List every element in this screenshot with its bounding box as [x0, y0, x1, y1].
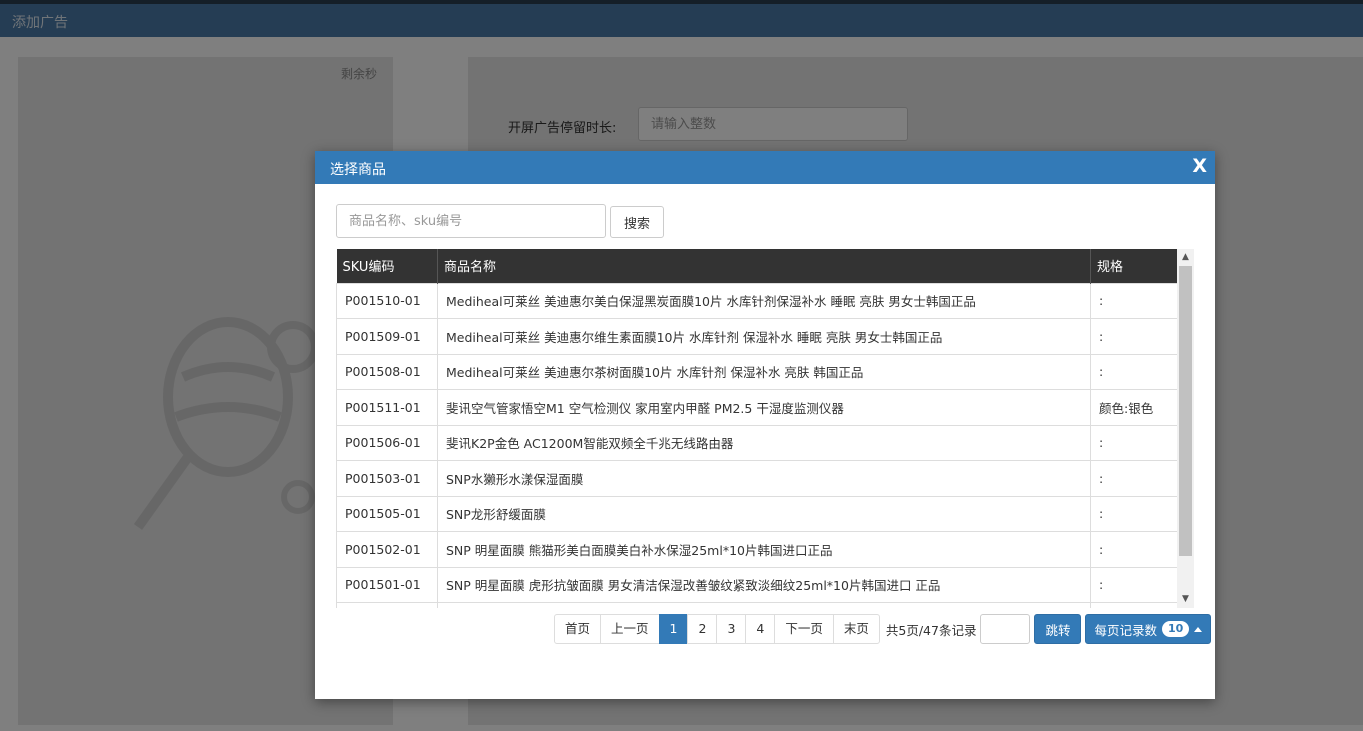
dialog-title: 选择商品 — [330, 162, 386, 178]
select-product-dialog: 选择商品 X 搜索 SKU编码 商品名称 规格 P001510-01Medihe… — [315, 151, 1215, 699]
caret-up-icon — [1194, 626, 1203, 632]
table-row[interactable]: P001503-01 SNP水獭形水漾保湿面膜: — [336, 460, 1178, 497]
spec-cell: : — [1090, 318, 1178, 355]
table-row[interactable] — [336, 602, 1178, 608]
spec-cell: : — [1090, 424, 1178, 461]
name-cell: Mediheal可莱丝 美迪惠尔茶树面膜10片 水库针剂 保湿补水 亮肤 韩国正… — [437, 353, 1091, 390]
spec-cell: : — [1090, 460, 1178, 497]
scroll-up-icon[interactable]: ▲ — [1177, 249, 1194, 266]
table-row[interactable]: P001501-01 SNP 明星面膜 虎形抗皱面膜 男女清洁保湿改善皱纹紧致淡细… — [336, 566, 1178, 603]
spec-cell: : — [1090, 566, 1178, 603]
page-info: 共5页/47条记录 — [885, 622, 977, 638]
dialog-header: 选择商品 X — [315, 151, 1215, 184]
page-2-button[interactable]: 2 — [687, 614, 718, 644]
table-row[interactable]: P001509-01 Mediheal可莱丝 美迪惠尔维生素面膜10片 水库针剂 … — [336, 318, 1178, 355]
scrollbar-thumb[interactable] — [1179, 266, 1192, 556]
scroll-down-icon[interactable]: ▼ — [1177, 591, 1194, 608]
table-row[interactable]: P001508-01 Mediheal可莱丝 美迪惠尔茶树面膜10片 水库针剂 保… — [336, 353, 1178, 390]
sku-cell: P001508-01 — [336, 353, 438, 390]
jump-page-input[interactable] — [980, 614, 1031, 644]
column-header-spec[interactable]: 规格 — [1090, 249, 1178, 283]
sku-cell: P001509-01 — [336, 318, 438, 355]
page-size-dropdown[interactable]: 每页记录数 10 — [1085, 614, 1212, 644]
jump-button[interactable]: 跳转 — [1034, 614, 1082, 644]
name-cell: SNP水獭形水漾保湿面膜 — [437, 460, 1091, 497]
search-input[interactable] — [336, 204, 606, 238]
sku-cell: P001511-01 — [336, 389, 438, 426]
sku-cell: P001503-01 — [336, 460, 438, 497]
sku-cell: P001506-01 — [336, 424, 438, 461]
prev-page-button[interactable]: 上一页 — [600, 614, 660, 644]
spec-cell: : — [1090, 282, 1178, 319]
page-size-badge: 10 — [1161, 621, 1190, 637]
table-row[interactable]: P001505-01 SNP龙形舒缓面膜: — [336, 495, 1178, 532]
page-1-button[interactable]: 1 — [658, 614, 689, 644]
spec-cell — [1090, 602, 1178, 608]
page-4-button[interactable]: 4 — [745, 614, 776, 644]
pagination: 首页 上一页 1 2 3 4 下一页 末页 共5页/47条记录 跳转 每页记录数… — [554, 614, 1212, 644]
spec-cell: : — [1090, 495, 1178, 532]
sku-cell: P001505-01 — [336, 495, 438, 532]
table-row[interactable]: P001506-01 斐讯K2P金色 AC1200M智能双频全千兆无线路由器: — [336, 424, 1178, 461]
sku-cell — [336, 602, 438, 608]
sku-cell: P001502-01 — [336, 531, 438, 568]
product-table: SKU编码 商品名称 规格 P001510-01 Mediheal可莱丝 美迪惠尔… — [336, 249, 1178, 608]
sku-cell: P001501-01 — [336, 566, 438, 603]
table-row[interactable]: P001502-01 SNP 明星面膜 熊猫形美白面膜美白补水保湿25ml*10片… — [336, 531, 1178, 568]
spec-cell: : — [1090, 353, 1178, 390]
page-size-label: 每页记录数 — [1094, 622, 1157, 638]
page-3-button[interactable]: 3 — [716, 614, 747, 644]
spec-cell: : — [1090, 531, 1178, 568]
name-cell: Mediheal可莱丝 美迪惠尔美白保湿黑炭面膜10片 水库针剂保湿补水 睡眠 … — [437, 282, 1091, 319]
name-cell: SNP 明星面膜 虎形抗皱面膜 男女清洁保湿改善皱纹紧致淡细纹25ml*10片韩… — [437, 566, 1091, 603]
spec-cell: 颜色:银色 — [1090, 389, 1178, 426]
last-page-button[interactable]: 末页 — [832, 614, 880, 644]
name-cell — [437, 602, 1091, 608]
table-row[interactable]: P001511-01 斐讯空气管家悟空M1 空气检测仪 家用室内甲醛 PM2.5 … — [336, 389, 1178, 426]
table-scrollbar[interactable]: ▲ ▼ — [1177, 249, 1194, 608]
search-button[interactable]: 搜索 — [610, 206, 664, 238]
table-header-row: SKU编码 商品名称 规格 — [336, 249, 1178, 283]
close-icon[interactable]: X — [1192, 155, 1207, 177]
sku-cell: P001510-01 — [336, 282, 438, 319]
column-header-sku[interactable]: SKU编码 — [336, 249, 438, 283]
name-cell: Mediheal可莱丝 美迪惠尔维生素面膜10片 水库针剂 保湿补水 睡眠 亮肤… — [437, 318, 1091, 355]
name-cell: SNP 明星面膜 熊猫形美白面膜美白补水保湿25ml*10片韩国进口正品 — [437, 531, 1091, 568]
column-header-name[interactable]: 商品名称 — [437, 249, 1091, 283]
name-cell: 斐讯空气管家悟空M1 空气检测仪 家用室内甲醛 PM2.5 干湿度监测仪器 — [437, 389, 1091, 426]
table-row[interactable]: P001510-01 Mediheal可莱丝 美迪惠尔美白保湿黑炭面膜10片 水库… — [336, 282, 1178, 319]
first-page-button[interactable]: 首页 — [554, 614, 602, 644]
next-page-button[interactable]: 下一页 — [774, 614, 834, 644]
name-cell: 斐讯K2P金色 AC1200M智能双频全千兆无线路由器 — [437, 424, 1091, 461]
product-table-container[interactable]: SKU编码 商品名称 规格 P001510-01 Mediheal可莱丝 美迪惠尔… — [336, 249, 1194, 608]
name-cell: SNP龙形舒缓面膜 — [437, 495, 1091, 532]
